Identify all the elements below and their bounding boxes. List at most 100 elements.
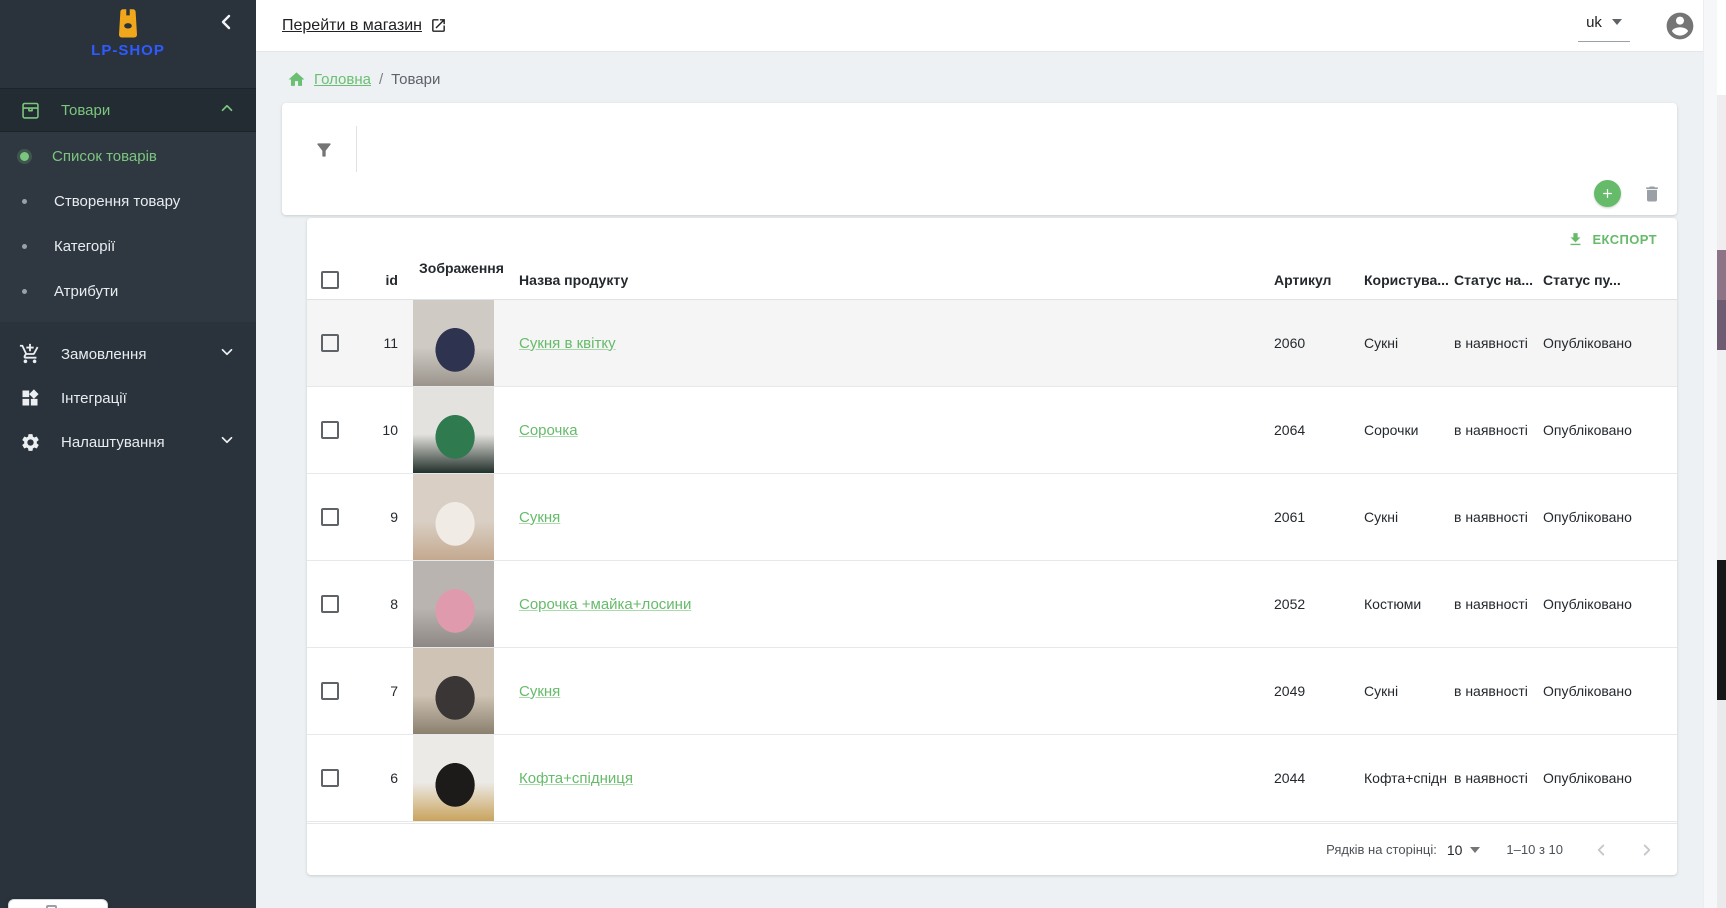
product-stock-status: в наявності — [1448, 596, 1537, 612]
external-link-icon — [430, 17, 447, 34]
sidebar-item-integrations[interactable]: Інтеграції — [0, 376, 256, 420]
product-stock-status: в наявності — [1448, 335, 1537, 351]
table-body: 11 Сукня в квітку 2060 Сукні в наявності… — [307, 300, 1677, 822]
product-user-category: Кофта+спідниц — [1358, 770, 1448, 786]
product-name-link[interactable]: Сорочка — [519, 422, 578, 439]
column-header-publish-status: Статус пу... — [1537, 272, 1677, 288]
main-area: Перейти в магазин uk — [256, 0, 1726, 908]
shopping-bag-logo-icon — [113, 8, 143, 40]
chevron-up-icon — [218, 99, 236, 121]
screen-edge-artifact — [1717, 0, 1726, 908]
product-sku: 2044 — [1268, 770, 1358, 786]
product-image — [413, 648, 494, 734]
table-header-row: id Зображення Назва продукту Артикул Кор… — [307, 260, 1677, 300]
row-checkbox[interactable] — [321, 682, 339, 700]
funnel-icon — [314, 140, 334, 160]
product-user-category: Сукні — [1358, 509, 1448, 525]
filter-button[interactable] — [306, 132, 342, 168]
product-publish-status: Опубліковано — [1537, 683, 1677, 699]
column-header-image: Зображення — [408, 260, 513, 299]
product-user-category: Костюми — [1358, 596, 1448, 612]
products-table-card: ЕКСПОРТ id Зображення Назва продукту Арт… — [307, 218, 1677, 875]
product-name-link[interactable]: Сорочка +майка+лосини — [519, 596, 691, 613]
language-select[interactable]: uk — [1578, 10, 1630, 42]
sidebar-item-label: Інтеграції — [61, 390, 127, 407]
sidebar-item-label: Замовлення — [61, 346, 146, 363]
chevron-down-icon — [218, 431, 236, 453]
rows-per-page-label: Рядків на сторінці: — [1326, 842, 1437, 857]
column-header-id: id — [363, 272, 408, 288]
table-row[interactable]: 11 Сукня в квітку 2060 Сукні в наявності… — [307, 300, 1677, 387]
sidebar-item-product-create[interactable]: Створення товару — [0, 179, 256, 224]
plus-icon — [1600, 186, 1615, 201]
product-image — [413, 735, 494, 821]
bullet-icon — [22, 199, 27, 204]
table-row[interactable]: 8 Сорочка +майка+лосини 2052 Костюми в н… — [307, 561, 1677, 648]
rows-per-page-select[interactable]: 10 — [1447, 842, 1481, 858]
inventory-box-icon — [19, 99, 41, 121]
sidebar-item-categories[interactable]: Категорії — [0, 224, 256, 269]
product-stock-status: в наявності — [1448, 683, 1537, 699]
row-checkbox[interactable] — [321, 334, 339, 352]
sidebar: LP-SHOP Товари Спи — [0, 0, 256, 908]
row-checkbox[interactable] — [321, 508, 339, 526]
product-name-link[interactable]: Сукня — [519, 683, 560, 700]
product-image — [413, 300, 494, 386]
product-name-link[interactable]: Сукня в квітку — [519, 335, 616, 352]
caret-down-icon — [1612, 19, 1622, 25]
sidebar-subitem-label: Створення товару — [54, 193, 180, 210]
select-all-checkbox[interactable] — [321, 271, 339, 289]
account-menu-button[interactable] — [1664, 10, 1696, 42]
product-publish-status: Опубліковано — [1537, 770, 1677, 786]
sidebar-subitem-label: Список товарів — [52, 148, 157, 165]
sidebar-item-settings[interactable]: Налаштування — [0, 420, 256, 464]
scrollbar[interactable] — [1703, 0, 1717, 908]
products-submenu: Список товарів Створення товару Категорі… — [0, 132, 256, 322]
filter-panel — [282, 103, 1677, 215]
admin-app: LP-SHOP Товари Спи — [0, 0, 1726, 908]
next-page-button[interactable] — [1635, 838, 1659, 862]
product-name-link[interactable]: Кофта+спідниця — [519, 770, 633, 787]
sidebar-item-orders[interactable]: Замовлення — [0, 332, 256, 376]
corner-widget[interactable] — [8, 899, 108, 908]
sidebar-collapse-icon[interactable] — [214, 10, 238, 34]
sidebar-item-product-list[interactable]: Список товарів — [0, 134, 256, 179]
product-sku: 2064 — [1268, 422, 1358, 438]
create-product-button[interactable] — [1594, 180, 1621, 207]
previous-page-button[interactable] — [1589, 838, 1613, 862]
sidebar-item-products[interactable]: Товари — [0, 88, 256, 132]
home-icon — [287, 70, 306, 89]
product-id: 6 — [363, 770, 408, 786]
sidebar-item-attributes[interactable]: Атрибути — [0, 269, 256, 314]
delete-selected-button[interactable] — [1639, 181, 1665, 207]
row-checkbox[interactable] — [321, 421, 339, 439]
table-row[interactable]: 10 Сорочка 2064 Сорочки в наявності Опуб… — [307, 387, 1677, 474]
trash-icon — [1642, 184, 1662, 204]
column-header-user-category: Користува... — [1358, 272, 1448, 288]
column-header-sku: Артикул — [1268, 272, 1358, 288]
content: Головна / Товари — [256, 52, 1726, 908]
product-image — [413, 561, 494, 647]
go-to-store-link[interactable]: Перейти в магазин — [282, 17, 447, 35]
product-user-category: Сукні — [1358, 683, 1448, 699]
product-publish-status: Опубліковано — [1537, 509, 1677, 525]
rows-per-page-value: 10 — [1447, 842, 1463, 858]
table-row[interactable]: 6 Кофта+спідниця 2044 Кофта+спідниц в на… — [307, 735, 1677, 822]
product-sku: 2060 — [1268, 335, 1358, 351]
active-bullet-icon — [20, 152, 29, 161]
product-sku: 2049 — [1268, 683, 1358, 699]
rows-per-page: Рядків на сторінці: 10 — [1326, 842, 1480, 858]
product-stock-status: в наявності — [1448, 422, 1537, 438]
row-checkbox[interactable] — [321, 769, 339, 787]
table-row[interactable]: 7 Сукня 2049 Сукні в наявності Опубліков… — [307, 648, 1677, 735]
page-nav — [1589, 838, 1659, 862]
pagination-range: 1–10 з 10 — [1506, 842, 1563, 857]
product-name-link[interactable]: Сукня — [519, 509, 560, 526]
export-button[interactable]: ЕКСПОРТ — [1559, 225, 1665, 254]
chevron-down-icon — [218, 343, 236, 365]
table-row[interactable]: 9 Сукня 2061 Сукні в наявності Опубліков… — [307, 474, 1677, 561]
product-publish-status: Опубліковано — [1537, 335, 1677, 351]
row-checkbox[interactable] — [321, 595, 339, 613]
breadcrumb-home-link[interactable]: Головна — [314, 71, 371, 88]
product-image — [413, 387, 494, 473]
